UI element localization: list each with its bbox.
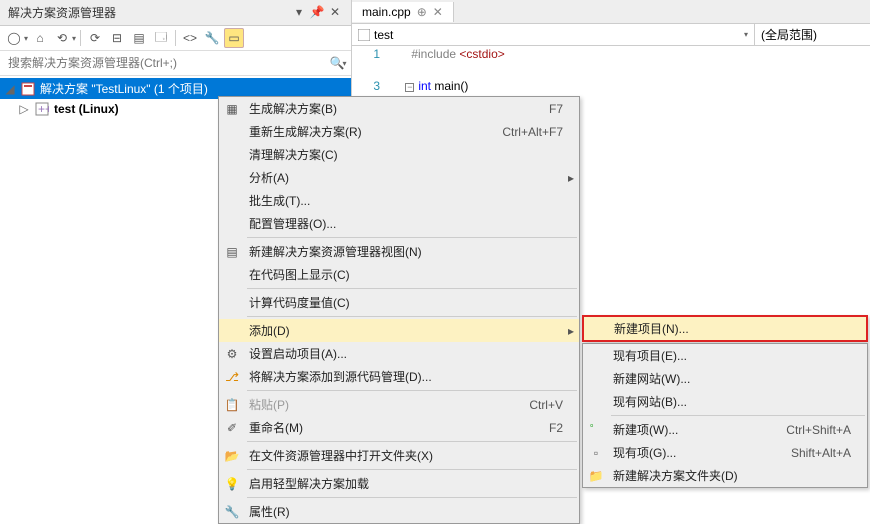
view-icon: ▤ (219, 245, 245, 259)
menu-codemap[interactable]: 在代码图上显示(C) (219, 263, 579, 286)
menu-new-project[interactable]: 新建项目(N)... (584, 317, 866, 340)
refresh-icon[interactable]: ⟳ (85, 28, 105, 48)
project-icon (358, 29, 370, 41)
gear-icon: ⚙ (219, 347, 245, 361)
close-tab-icon[interactable]: ✕ (433, 5, 443, 19)
code-text: main() (431, 79, 468, 93)
svg-text:++: ++ (38, 102, 49, 116)
menu-build[interactable]: ▦生成解决方案(B)F7 (219, 97, 579, 120)
expand-arrow-icon[interactable]: ◢ (4, 82, 16, 96)
pin-icon[interactable]: 📌 (309, 5, 325, 21)
context-menu: ▦生成解决方案(B)F7 重新生成解决方案(R)Ctrl+Alt+F7 清理解决… (218, 96, 580, 524)
chevron-down-icon: ▾ (744, 30, 748, 39)
new-folder-icon: 📁 (583, 469, 609, 483)
add-submenu: 现有项目(E)... 新建网站(W)... 现有网站(B)... ゜新建项(W)… (582, 343, 868, 488)
menu-add[interactable]: 添加(D)▸ (219, 319, 579, 342)
menu-newview[interactable]: ▤新建解决方案资源管理器视图(N) (219, 240, 579, 263)
source-control-icon: ⎇ (219, 370, 245, 384)
back-icon[interactable]: ◯ (4, 28, 24, 48)
search-icon[interactable]: 🔍▾ (327, 53, 349, 73)
code-text: #include (411, 47, 459, 61)
submenu-arrow-icon: ▸ (563, 171, 579, 185)
collapse-icon[interactable]: ⊟ (107, 28, 127, 48)
menu-rename[interactable]: ✐重命名(M)F2 (219, 416, 579, 439)
solution-label: 解决方案 "TestLinux" (1 个项目) (40, 80, 208, 97)
solution-icon (20, 81, 36, 97)
menu-analyze[interactable]: 分析(A)▸ (219, 166, 579, 189)
preview-icon[interactable]: ▭ (224, 28, 244, 48)
dropdown-icon[interactable]: ▾ (291, 5, 307, 21)
light-icon: 💡 (219, 477, 245, 491)
properties-icon[interactable]: 🗔 (151, 28, 171, 48)
menu-lightload[interactable]: 💡启用轻型解决方案加载 (219, 472, 579, 495)
menu-paste[interactable]: 📋粘贴(P)Ctrl+V (219, 393, 579, 416)
menu-batch[interactable]: 批生成(T)... (219, 189, 579, 212)
menu-new-folder[interactable]: 📁新建解决方案文件夹(D) (583, 464, 867, 487)
menu-clean[interactable]: 清理解决方案(C) (219, 143, 579, 166)
submenu-arrow-icon: ▸ (563, 324, 579, 338)
menu-metrics[interactable]: 计算代码度量值(C) (219, 291, 579, 314)
panel-title: 解决方案资源管理器 (8, 4, 291, 21)
sync-icon[interactable]: ⟲ (52, 28, 72, 48)
code-text: <cstdio> (459, 47, 504, 61)
menu-exist-site[interactable]: 现有网站(B)... (583, 390, 867, 413)
wrench-icon: 🔧 (219, 505, 245, 519)
menu-openfolder[interactable]: 📂在文件资源管理器中打开文件夹(X) (219, 444, 579, 467)
code-icon[interactable]: <> (180, 28, 200, 48)
tab-bar: main.cpp ⊕ ✕ (352, 0, 870, 24)
search-input[interactable] (2, 53, 327, 73)
new-item-icon: ゜ (583, 421, 609, 438)
file-tab[interactable]: main.cpp ⊕ ✕ (352, 2, 454, 22)
expand-arrow-icon[interactable]: ▷ (18, 102, 30, 116)
panel-header: 解决方案资源管理器 ▾ 📌 ✕ (0, 0, 351, 26)
line-number (352, 63, 388, 77)
menu-config[interactable]: 配置管理器(O)... (219, 212, 579, 235)
menu-addsrc[interactable]: ⎇将解决方案添加到源代码管理(D)... (219, 365, 579, 388)
menu-new-site[interactable]: 新建网站(W)... (583, 367, 867, 390)
menu-rebuild[interactable]: 重新生成解决方案(R)Ctrl+Alt+F7 (219, 120, 579, 143)
menu-props[interactable]: 🔧属性(R) (219, 500, 579, 523)
fold-icon[interactable]: − (405, 83, 414, 92)
member-label: (全局范围) (761, 26, 817, 43)
menu-exist-project[interactable]: 现有项目(E)... (583, 344, 867, 367)
folder-icon: 📂 (219, 449, 245, 463)
show-all-icon[interactable]: ▤ (129, 28, 149, 48)
chevron-down-icon[interactable]: ▾ (24, 34, 28, 43)
line-number: 1 (352, 47, 388, 61)
wrench-icon[interactable]: 🔧 (202, 28, 222, 48)
exist-item-icon: ▫ (583, 446, 609, 460)
member-dropdown[interactable]: (全局范围) (755, 24, 870, 45)
search-box: 🔍▾ (0, 51, 351, 76)
code-text: int (418, 79, 431, 93)
scope-label: test (374, 28, 393, 42)
tab-label: main.cpp (362, 5, 411, 19)
pin-icon[interactable]: ⊕ (417, 5, 427, 19)
project-icon: ++ (34, 101, 50, 117)
paste-icon: 📋 (219, 398, 245, 412)
project-label: test (Linux) (54, 102, 119, 116)
menu-startup[interactable]: ⚙设置启动项目(A)... (219, 342, 579, 365)
build-icon: ▦ (219, 102, 245, 116)
add-submenu-highlight: 新建项目(N)... (582, 315, 868, 342)
chevron-down-icon[interactable]: ▾ (72, 34, 76, 43)
nav-bar: test ▾ (全局范围) (352, 24, 870, 46)
menu-new-item[interactable]: ゜新建项(W)...Ctrl+Shift+A (583, 418, 867, 441)
close-icon[interactable]: ✕ (327, 5, 343, 21)
home-icon[interactable]: ⌂ (30, 28, 50, 48)
toolbar: ◯▾ ⌂ ⟲▾ ⟳ ⊟ ▤ 🗔 <> 🔧 ▭ (0, 26, 351, 51)
menu-exist-item[interactable]: ▫现有项(G)...Shift+Alt+A (583, 441, 867, 464)
rename-icon: ✐ (219, 421, 245, 435)
line-number: 3 (352, 79, 388, 93)
scope-dropdown[interactable]: test ▾ (352, 24, 755, 45)
